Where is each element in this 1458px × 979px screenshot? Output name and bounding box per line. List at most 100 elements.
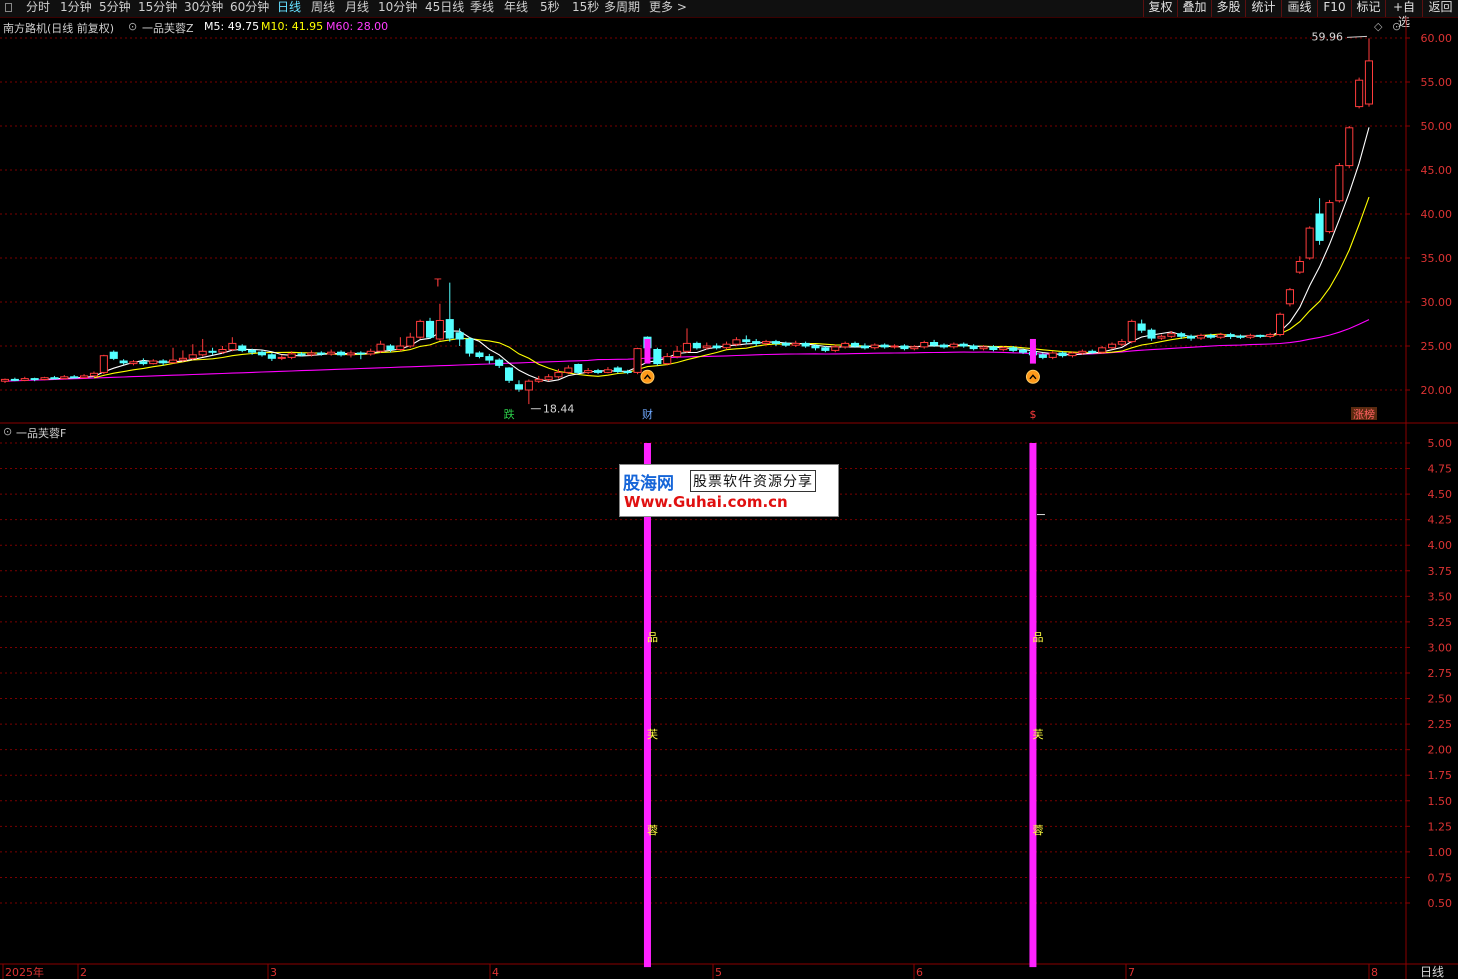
candle[interactable] (129, 360, 138, 366)
period-tab-1[interactable]: 1分钟 (60, 0, 92, 17)
candle[interactable] (139, 358, 148, 366)
period-tab-16[interactable]: 更多 > (649, 0, 687, 17)
candle[interactable] (178, 350, 187, 362)
candle[interactable] (80, 374, 89, 379)
candle[interactable] (20, 376, 29, 382)
candle[interactable] (920, 340, 929, 349)
buy-signal-icon[interactable] (1025, 369, 1040, 384)
candle[interactable] (752, 338, 761, 346)
candle[interactable] (1127, 319, 1136, 344)
candle[interactable] (1276, 312, 1285, 337)
period-tab-10[interactable]: 45日线 (425, 0, 464, 17)
candle[interactable] (1256, 334, 1265, 339)
candle[interactable] (1315, 198, 1324, 245)
candle[interactable] (267, 353, 276, 361)
candle[interactable] (109, 350, 118, 361)
candle[interactable] (663, 353, 672, 366)
candle[interactable] (900, 344, 909, 351)
toolbar-button-3[interactable]: 统计 (1245, 0, 1281, 17)
candle[interactable] (613, 366, 622, 374)
candle[interactable] (188, 344, 197, 361)
candle[interactable] (1048, 351, 1057, 360)
candle[interactable] (771, 339, 781, 346)
panel-toggle-icon[interactable] (5, 3, 12, 12)
candle[interactable] (584, 368, 593, 375)
candle[interactable] (149, 359, 158, 365)
candle[interactable] (1137, 319, 1146, 333)
candle[interactable] (485, 353, 494, 364)
period-tab-4[interactable]: 30分钟 (184, 0, 223, 17)
candle[interactable] (257, 350, 266, 357)
candle[interactable] (228, 337, 237, 352)
candle[interactable] (1246, 333, 1255, 339)
candle[interactable] (366, 348, 375, 356)
candle[interactable] (969, 344, 978, 351)
candle[interactable] (1117, 338, 1126, 346)
candle[interactable] (1226, 332, 1235, 339)
candle[interactable] (732, 337, 741, 346)
period-indicator[interactable]: 日线 (1420, 965, 1444, 979)
period-tab-13[interactable]: 5秒 (540, 0, 560, 17)
candle[interactable] (534, 375, 543, 383)
candle[interactable] (1335, 162, 1344, 203)
candle[interactable] (959, 342, 968, 348)
candle[interactable] (870, 343, 879, 350)
candle[interactable] (60, 375, 69, 380)
toolbar-button-1[interactable]: 叠加 (1177, 0, 1211, 17)
toolbar-button-7[interactable]: +自选 (1385, 0, 1422, 29)
candle[interactable] (841, 341, 850, 349)
indicator-name[interactable]: 一品芙蓉Z (142, 20, 194, 36)
candle[interactable] (475, 351, 484, 359)
candle[interactable] (416, 319, 425, 339)
candle[interactable] (564, 365, 573, 375)
candle[interactable] (169, 347, 178, 364)
toolbar-button-5[interactable]: F10 (1317, 0, 1351, 17)
candle[interactable] (277, 354, 286, 361)
event-marker[interactable]: $ (1029, 408, 1036, 421)
event-marker[interactable]: 跌 (504, 407, 515, 421)
buy-signal-icon[interactable] (640, 369, 655, 384)
candle[interactable] (1364, 38, 1374, 107)
candle[interactable] (1187, 334, 1196, 341)
candle[interactable] (376, 340, 385, 354)
candle[interactable] (1147, 328, 1156, 341)
candle[interactable] (682, 328, 692, 354)
toolbar-button-8[interactable]: 返回 (1422, 0, 1458, 17)
candle[interactable] (1157, 334, 1166, 340)
candle[interactable] (10, 377, 19, 382)
candle[interactable] (574, 363, 583, 375)
candle[interactable] (722, 341, 731, 350)
period-tab-12[interactable]: 年线 (504, 0, 528, 17)
candle[interactable] (524, 379, 533, 405)
diamond-icon[interactable]: ◇ (1374, 20, 1382, 33)
candle[interactable] (1345, 126, 1354, 169)
settings-icon[interactable]: ⊙ (1392, 20, 1401, 33)
period-tab-0[interactable]: 分时 (26, 0, 50, 17)
period-tab-11[interactable]: 季线 (470, 0, 494, 17)
candle[interactable] (346, 350, 355, 358)
candle[interactable] (949, 342, 958, 349)
period-tab-15[interactable]: 多周期 (604, 0, 640, 17)
toolbar-button-0[interactable]: 复权 (1143, 0, 1177, 17)
candle[interactable] (396, 337, 405, 352)
candle[interactable] (1295, 256, 1304, 274)
candle[interactable] (1285, 287, 1295, 307)
candle[interactable] (673, 346, 682, 359)
candle[interactable] (603, 367, 613, 374)
candle[interactable] (1108, 342, 1117, 350)
candle[interactable] (653, 347, 662, 366)
candle[interactable] (1355, 77, 1364, 109)
candle[interactable] (712, 343, 721, 350)
period-tab-5[interactable]: 60分钟 (230, 0, 269, 17)
candle[interactable] (692, 341, 701, 350)
candle[interactable] (890, 344, 899, 349)
period-tab-2[interactable]: 5分钟 (99, 0, 131, 17)
candle[interactable] (1236, 334, 1245, 339)
candle[interactable] (208, 347, 217, 355)
candle[interactable] (1196, 333, 1206, 340)
candle[interactable] (594, 368, 603, 375)
candle[interactable] (465, 337, 474, 357)
candle[interactable] (495, 358, 504, 368)
candle[interactable] (426, 317, 435, 339)
event-marker[interactable]: 财 (642, 407, 653, 421)
